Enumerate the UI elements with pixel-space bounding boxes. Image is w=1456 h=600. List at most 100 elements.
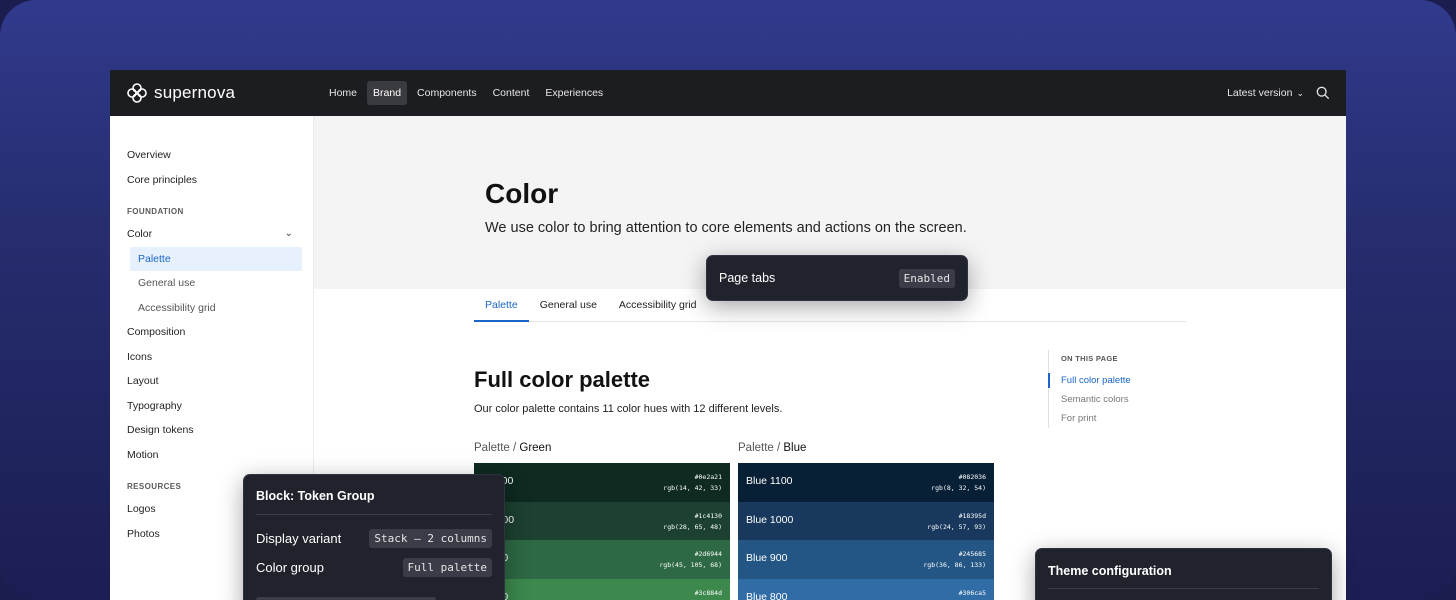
token-group-popover: Block: Token Group Display variant Stack… [243,474,505,600]
sidebar-section-foundation: FOUNDATION [127,207,184,216]
color-swatch[interactable]: Blue 900 #245685 rgb(36, 86, 133) [738,540,994,579]
swatch-rgb: rgb(14, 42, 33) [663,484,722,492]
swatch-name: Blue 1000 [746,513,794,526]
swatch-hex: #0e2a21 [694,473,722,481]
popover-title: Theme configuration [1048,564,1172,578]
nav-content[interactable]: Content [487,81,536,105]
main-nav: Home Brand Components Content Experience… [323,81,609,105]
sidebar-item-general-use[interactable]: General use [110,271,313,296]
nav-components[interactable]: Components [411,81,483,105]
top-right-controls: Latest version ⌄ [1227,70,1330,116]
toc-heading: ON THIS PAGE [1061,354,1118,363]
search-icon[interactable] [1316,86,1330,100]
section-title: Full color palette [474,367,651,392]
sidebar-item-motion[interactable]: Motion [110,443,313,468]
background-frame: supernova Home Brand Components Content … [0,0,1456,600]
sidebar-item-icons[interactable]: Icons [110,345,313,370]
sidebar-item-typography[interactable]: Typography [110,394,313,419]
setting-row-display-variant: Display variant Stack – 2 columns [256,524,492,553]
color-swatch[interactable]: n 800#3c884d [474,578,730,600]
setting-label: Display variant [256,531,342,546]
supernova-logo-icon [127,83,147,103]
logo-text: supernova [154,83,236,102]
swatch-rgb: rgb(28, 65, 48) [663,522,722,531]
palette-swatches-blue: Blue 1100 #082036 rgb(8, 32, 54) Blue 1000 #… [738,463,994,600]
sidebar-item-core-principles[interactable]: Core principles [110,168,313,193]
color-swatch[interactable]: Blue 800 #306ca5 [738,578,994,600]
status-badge[interactable]: Enabled [898,268,955,288]
swatch-hex: #306ca5 [958,588,986,597]
sidebar-item-label: Color [127,228,153,240]
divider [256,514,492,515]
setting-value-select[interactable]: Stack – 2 columns [369,529,492,548]
palette-title-green: Palette / Green [474,442,551,454]
swatch-rgb: rgb(24, 57, 93) [927,522,986,531]
logo[interactable]: supernova [127,83,323,103]
swatch-hex: #245685 [958,550,986,558]
swatch-name: Blue 900 [746,552,788,564]
tab-accessibility-grid[interactable]: Accessibility grid [608,296,708,322]
popover-label: Page tabs [719,271,776,285]
setting-value-select[interactable]: Full palette [402,558,492,577]
swatch-values: #2d6944 rgb(45, 105, 68) [659,549,722,571]
sidebar-item-color[interactable]: Color ⌄ [110,222,313,247]
swatch-hex: #2d6944 [694,550,722,558]
swatch-hex: #082036 [958,473,986,481]
popover-title: Block: Token Group [256,489,375,503]
swatch-values: #1c4130 rgb(28, 65, 48) [663,511,722,533]
palette-name: Blue [783,442,807,454]
page-subtitle: We use color to bring attention to core … [485,220,967,236]
palette-prefix: Palette / [474,442,520,454]
tab-general-use[interactable]: General use [529,296,608,322]
tab-palette[interactable]: Palette [474,296,529,322]
setting-row-color-group: Color group Full palette [256,553,492,582]
version-dropdown[interactable]: Latest version ⌄ [1227,87,1304,99]
sidebar-item-layout[interactable]: Layout [110,369,313,394]
palette-swatches-green: n 1100#0e2a21rgb(14, 42, 33)n 1000#1c413… [474,463,730,600]
swatch-hex: #18395d [958,511,986,520]
toc-item-for-print[interactable]: For print [1061,409,1198,428]
theme-configuration-popover: Theme configuration [1035,548,1332,600]
setting-label: Color group [256,560,324,575]
nav-brand[interactable]: Brand [367,81,408,105]
page-title: Color [485,178,559,209]
swatch-name: Blue 800 [746,590,788,600]
toc-item-full-color-palette[interactable]: Full color palette [1048,371,1198,390]
sidebar-item-composition[interactable]: Composition [110,320,313,345]
swatch-values: #082036 rgb(8, 32, 54) [931,472,986,494]
color-swatch[interactable]: n 1100#0e2a21rgb(14, 42, 33) [474,463,730,502]
color-swatch[interactable]: Blue 1100 #082036 rgb(8, 32, 54) [738,463,994,502]
top-navigation-bar: supernova Home Brand Components Content … [110,70,1346,116]
sidebar-item-design-tokens[interactable]: Design tokens [110,418,313,443]
sidebar-item-overview[interactable]: Overview [110,143,313,168]
sidebar-item-palette[interactable]: Palette [130,246,302,271]
divider [1048,588,1319,589]
swatch-values: #3c884d [695,588,722,599]
nav-experiences[interactable]: Experiences [539,81,609,105]
sidebar-item-accessibility-grid[interactable]: Accessibility grid [110,296,313,321]
palette-name: Green [519,442,552,454]
color-swatch[interactable]: n 900#2d6944rgb(45, 105, 68) [474,540,730,579]
chevron-down-icon: ⌄ [284,228,293,239]
swatch-rgb: rgb(36, 86, 133) [923,561,986,569]
swatch-hex: #1c4130 [694,511,722,520]
chevron-down-icon: ⌄ [1296,87,1304,98]
swatch-rgb: rgb(8, 32, 54) [931,484,986,492]
on-this-page-nav: ON THIS PAGE Full color palette Semantic… [1048,350,1198,428]
palette-title-blue: Palette / Blue [738,442,806,454]
version-label: Latest version [1227,87,1293,99]
section-description: Our color palette contains 11 color hues… [474,403,783,415]
swatch-hex: #3c884d [694,588,722,597]
palette-prefix: Palette / [738,442,784,454]
nav-home[interactable]: Home [323,81,363,105]
color-swatch[interactable]: n 1000#1c4130rgb(28, 65, 48) [474,501,730,540]
page-tabs-popover[interactable]: Page tabs Enabled [706,255,968,301]
swatch-values: #245685 rgb(36, 86, 133) [923,549,986,571]
swatch-values: #306ca5 [959,588,986,599]
swatch-name: Blue 1100 [746,475,793,487]
swatch-values: #18395d rgb(24, 57, 93) [927,511,986,533]
color-swatch[interactable]: Blue 1000 #18395d rgb(24, 57, 93) [738,501,994,540]
swatch-values: #0e2a21 rgb(14, 42, 33) [663,472,722,494]
swatch-rgb: rgb(45, 105, 68) [659,561,722,569]
toc-item-semantic-colors[interactable]: Semantic colors [1061,390,1198,409]
